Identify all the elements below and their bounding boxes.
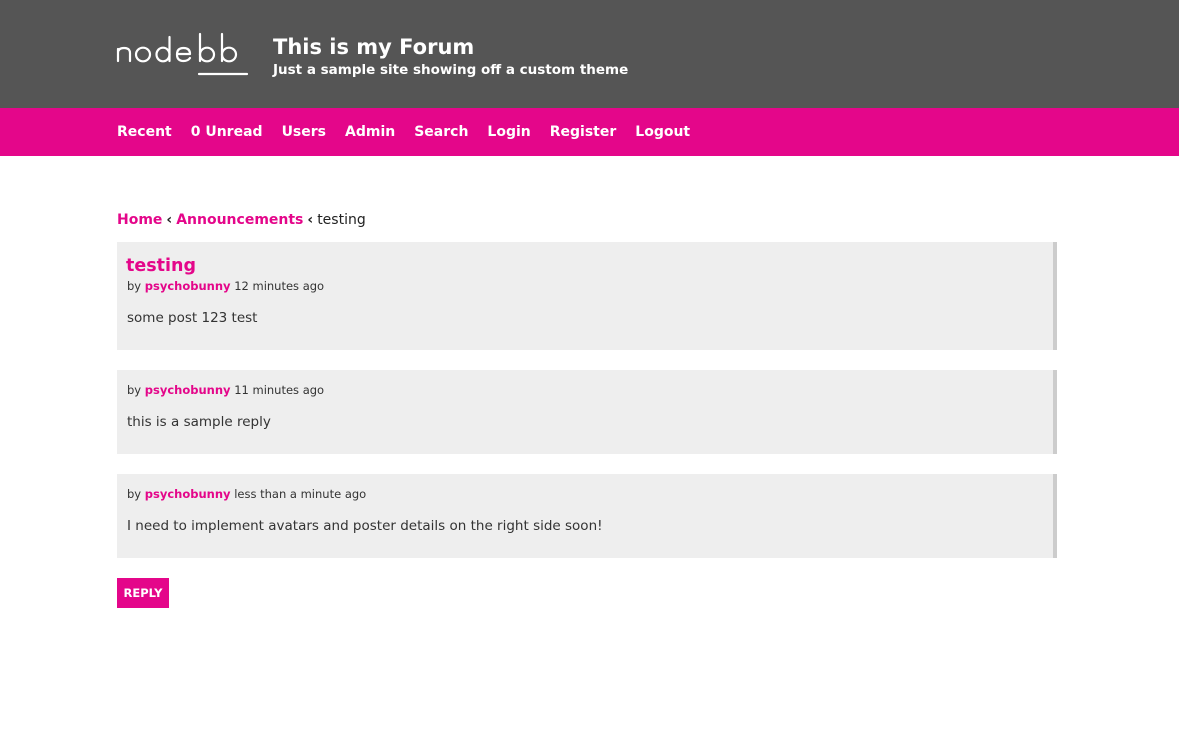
- breadcrumb-separator: ‹: [307, 212, 314, 228]
- nav-register[interactable]: Register: [550, 124, 617, 140]
- nav-users[interactable]: Users: [282, 124, 326, 140]
- breadcrumb-current: testing: [317, 212, 366, 228]
- nav-login[interactable]: Login: [487, 124, 530, 140]
- main-nav: Recent 0 Unread Users Admin Search Login…: [0, 108, 1179, 156]
- post-item: by psychobunny less than a minute ago I …: [117, 474, 1057, 558]
- post-by-label: by: [127, 383, 142, 397]
- post-author-link[interactable]: psychobunny: [145, 279, 231, 293]
- post-list: testing by psychobunny 12 minutes ago so…: [117, 242, 1057, 578]
- post-item: by psychobunny 11 minutes ago this is a …: [117, 370, 1057, 454]
- site-header: This is my Forum Just a sample site show…: [0, 0, 1179, 108]
- post-timestamp: 12 minutes ago: [234, 279, 325, 293]
- post-body: some post 123 test: [127, 310, 258, 326]
- post-author-link[interactable]: psychobunny: [145, 383, 231, 397]
- breadcrumb-home[interactable]: Home: [117, 212, 162, 228]
- post-meta: by psychobunny 12 minutes ago: [127, 279, 324, 293]
- post-body: this is a sample reply: [127, 414, 271, 430]
- post-meta: by psychobunny 11 minutes ago: [127, 383, 324, 397]
- post-timestamp: less than a minute ago: [234, 487, 367, 501]
- nodebb-logo[interactable]: [116, 28, 250, 82]
- post-author-link[interactable]: psychobunny: [145, 487, 231, 501]
- reply-button[interactable]: REPLY: [117, 578, 169, 608]
- site-title[interactable]: This is my Forum: [273, 35, 474, 59]
- breadcrumb: Home ‹ Announcements ‹ testing: [117, 212, 366, 228]
- post-meta: by psychobunny less than a minute ago: [127, 487, 366, 501]
- site-subtitle: Just a sample site showing off a custom …: [273, 62, 629, 78]
- breadcrumb-separator: ‹: [166, 212, 173, 228]
- post-timestamp: 11 minutes ago: [234, 383, 325, 397]
- post-by-label: by: [127, 279, 142, 293]
- nodebb-logo-icon: [116, 32, 249, 76]
- post-by-label: by: [127, 487, 142, 501]
- nav-admin[interactable]: Admin: [345, 124, 395, 140]
- nav-search[interactable]: Search: [414, 124, 468, 140]
- nav-recent[interactable]: Recent: [117, 124, 172, 140]
- post-body: I need to implement avatars and poster d…: [127, 518, 603, 534]
- nav-logout[interactable]: Logout: [635, 124, 690, 140]
- breadcrumb-category[interactable]: Announcements: [176, 212, 303, 228]
- post-item: testing by psychobunny 12 minutes ago so…: [117, 242, 1057, 350]
- nav-list: Recent 0 Unread Users Admin Search Login…: [117, 108, 709, 156]
- nav-unread[interactable]: 0 Unread: [191, 124, 263, 140]
- topic-title[interactable]: testing: [126, 256, 196, 276]
